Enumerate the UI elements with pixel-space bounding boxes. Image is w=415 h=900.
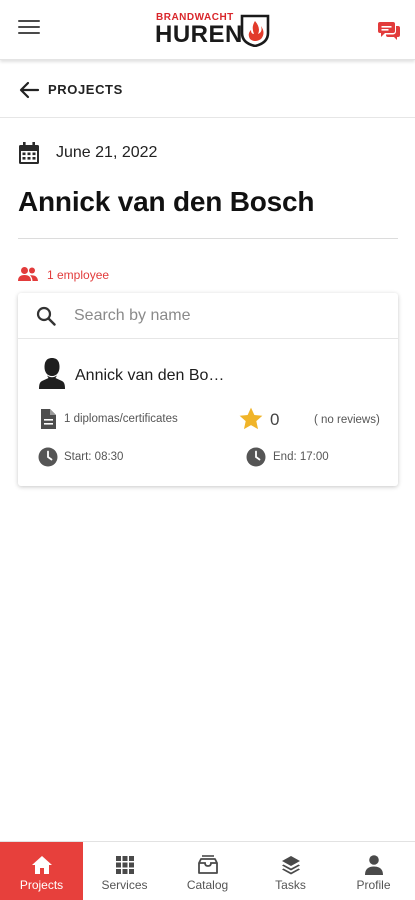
bottom-nav: Projects Services Catalog Tasks Profile	[0, 841, 415, 900]
start-time: Start: 08:30	[64, 451, 124, 463]
star-icon	[239, 407, 263, 430]
project-date: June 21, 2022	[56, 144, 158, 161]
clock-icon	[38, 447, 58, 467]
nav-label: Catalog	[186, 878, 229, 892]
end-time: End: 17:00	[273, 451, 329, 463]
chat-icon[interactable]	[377, 18, 401, 42]
menu-icon[interactable]	[18, 20, 40, 38]
people-icon	[18, 267, 38, 281]
person-icon	[364, 855, 383, 875]
flame-shield-icon	[240, 14, 270, 47]
nav-label: Profile	[356, 878, 391, 892]
search-bar	[18, 293, 398, 339]
search-input[interactable]	[74, 303, 384, 329]
avatar-icon	[39, 358, 65, 389]
clock-icon	[246, 447, 266, 467]
back-bar: PROJECTS	[0, 61, 415, 118]
rating-value: 0	[270, 410, 280, 429]
back-arrow-icon[interactable]	[18, 79, 40, 101]
nav-item-catalog[interactable]: Catalog	[166, 842, 249, 900]
search-icon	[36, 306, 56, 326]
grid-icon	[115, 856, 134, 874]
nav-label: Projects	[19, 878, 64, 892]
logo-main-text: HUREN	[155, 21, 243, 48]
page-title: Annick van den Bosch	[18, 186, 315, 217]
employee-name: Annick van den Bosch	[75, 367, 230, 384]
employee-card: Annick van den Bosch 1 diplomas/certific…	[18, 293, 398, 486]
reviews-text: ( no reviews)	[314, 414, 380, 426]
catalog-icon	[197, 855, 218, 874]
calendar-icon	[19, 142, 39, 164]
nav-item-tasks[interactable]: Tasks	[249, 842, 332, 900]
nav-item-projects[interactable]: Projects	[0, 842, 83, 900]
divider	[18, 238, 398, 239]
nav-label: Services	[101, 878, 148, 892]
nav-label: Tasks	[275, 878, 306, 892]
back-link[interactable]: PROJECTS	[48, 82, 123, 97]
home-icon	[31, 856, 52, 874]
employee-count: 1 employee	[47, 268, 110, 282]
app-bar: BRANDWACHT HUREN	[0, 0, 415, 60]
document-icon	[41, 409, 56, 429]
nav-item-profile[interactable]: Profile	[332, 842, 415, 900]
list-item[interactable]: Annick van den Bosch 1 diplomas/certific…	[18, 340, 398, 485]
brand-logo[interactable]: BRANDWACHT HUREN	[153, 9, 273, 51]
nav-item-services[interactable]: Services	[83, 842, 166, 900]
certificates-count: 1 diplomas/certificates	[64, 413, 178, 425]
layers-icon	[281, 856, 300, 875]
